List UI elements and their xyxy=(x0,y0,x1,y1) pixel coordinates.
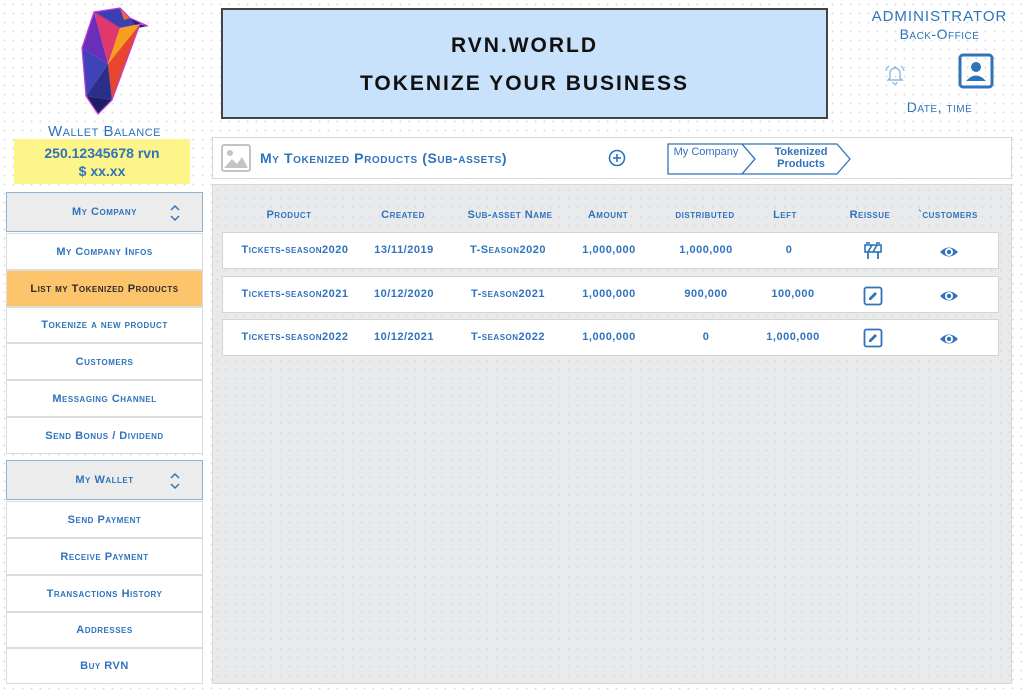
wallet-balance-value: 250.12345678 rvn xyxy=(44,145,160,161)
column-header-subasset-name: Sub-asset Name xyxy=(467,209,553,221)
column-header-left: Left xyxy=(773,209,797,221)
cell-created: 13/11/2019 xyxy=(374,244,434,256)
sidebar-item-messaging-channel[interactable]: Messaging Channel xyxy=(6,380,203,417)
cell-subasset-name: T-season2021 xyxy=(470,288,546,300)
sidebar-item-buy-rvn[interactable]: Buy RVN xyxy=(6,648,203,684)
table-row: Tickets-season2021 10/12/2020 T-season20… xyxy=(222,276,999,313)
banner-tagline: TOKENIZE YOUR BUSINESS xyxy=(359,72,690,95)
admin-title: ADMINISTRATOR xyxy=(871,8,1008,25)
eye-icon[interactable] xyxy=(939,329,959,349)
page-header: My Tokenized Products (Sub-assets) My Co… xyxy=(212,137,1012,179)
breadcrumb-item-my-company[interactable]: My Company xyxy=(671,146,741,158)
cell-left: 1,000,000 xyxy=(766,331,820,343)
cell-left: 100,000 xyxy=(771,288,815,300)
image-placeholder-icon xyxy=(221,144,251,172)
ravencoin-logo xyxy=(81,7,149,115)
barrier-icon[interactable] xyxy=(863,241,883,261)
sidebar-item-company-infos[interactable]: My Company Infos xyxy=(6,233,203,270)
sidebar-item-list-tokenized-products[interactable]: List my Tokenized Products xyxy=(6,270,203,307)
sidebar-section-my-company[interactable]: My Company xyxy=(6,192,203,232)
sidebar-item-transactions-history[interactable]: Transactions History xyxy=(6,575,203,612)
table-row: Tickets-season2022 10/12/2021 T-season20… xyxy=(222,319,999,356)
banner-title: RVN.WORLD xyxy=(450,34,599,57)
bell-icon[interactable] xyxy=(884,63,906,85)
cell-product: Tickets-season2021 xyxy=(241,288,349,300)
date-time: Date, time xyxy=(906,99,973,115)
cell-subasset-name: T-Season2020 xyxy=(469,244,547,256)
sidebar-item-send-bonus-dividend[interactable]: Send Bonus / Dividend xyxy=(6,417,203,454)
cell-left: 0 xyxy=(785,244,793,256)
breadcrumb-item-tokenized-products[interactable]: Tokenized Products xyxy=(761,146,841,170)
section-label: My Company xyxy=(71,206,138,218)
cell-subasset-name: T-season2022 xyxy=(470,331,546,343)
sidebar-item-receive-payment[interactable]: Receive Payment xyxy=(6,538,203,575)
cell-product: Tickets-season2022 xyxy=(241,331,349,343)
eye-icon[interactable] xyxy=(939,242,959,262)
sidebar-item-send-payment[interactable]: Send Payment xyxy=(6,501,203,538)
column-header-distributed: distributed xyxy=(675,209,735,221)
column-header-amount: Amount xyxy=(587,209,629,221)
add-circle-icon[interactable] xyxy=(608,149,626,167)
eye-icon[interactable] xyxy=(939,286,959,306)
table-row: Tickets-season2020 13/11/2019 T-Season20… xyxy=(222,232,999,269)
cell-amount: 1,000,000 xyxy=(582,331,636,343)
section-label: My Wallet xyxy=(75,474,134,486)
sidebar-item-addresses[interactable]: Addresses xyxy=(6,612,203,648)
cell-created: 10/12/2020 xyxy=(373,288,435,300)
column-header-product: Product xyxy=(266,209,312,221)
column-header-reissue: Reissue xyxy=(849,209,891,221)
app-banner: RVN.WORLD TOKENIZE YOUR BUSINESS xyxy=(221,8,828,119)
column-header-created: Created xyxy=(381,209,425,221)
wallet-balance-box: 250.12345678 rvn $ xx.xx xyxy=(14,139,190,184)
user-profile-icon[interactable] xyxy=(958,53,994,89)
page-title: My Tokenized Products (Sub-assets) xyxy=(260,150,508,166)
sidebar-item-tokenize-new-product[interactable]: Tokenize a new product xyxy=(6,307,203,343)
cell-distributed: 0 xyxy=(702,331,710,343)
cell-amount: 1,000,000 xyxy=(582,288,636,300)
cell-created: 10/12/2021 xyxy=(373,331,435,343)
sidebar-section-my-wallet[interactable]: My Wallet xyxy=(6,460,203,500)
cell-amount: 1,000,000 xyxy=(582,244,636,256)
cell-distributed: 900,000 xyxy=(684,288,728,300)
sidebar-item-customers[interactable]: Customers xyxy=(6,343,203,380)
wallet-fiat-value: $ xx.xx xyxy=(78,163,126,179)
cell-product: Tickets-season2020 xyxy=(241,244,349,256)
edit-icon[interactable] xyxy=(863,328,883,348)
column-header-customers: `customers xyxy=(918,209,978,221)
cell-distributed: 1,000,000 xyxy=(679,244,733,256)
admin-subtitle: Back-Office xyxy=(899,26,980,42)
edit-icon[interactable] xyxy=(863,286,883,306)
expand-collapse-icon[interactable] xyxy=(170,472,180,490)
wallet-balance-title: Wallet Balance xyxy=(48,123,161,140)
expand-collapse-icon[interactable] xyxy=(170,204,180,222)
